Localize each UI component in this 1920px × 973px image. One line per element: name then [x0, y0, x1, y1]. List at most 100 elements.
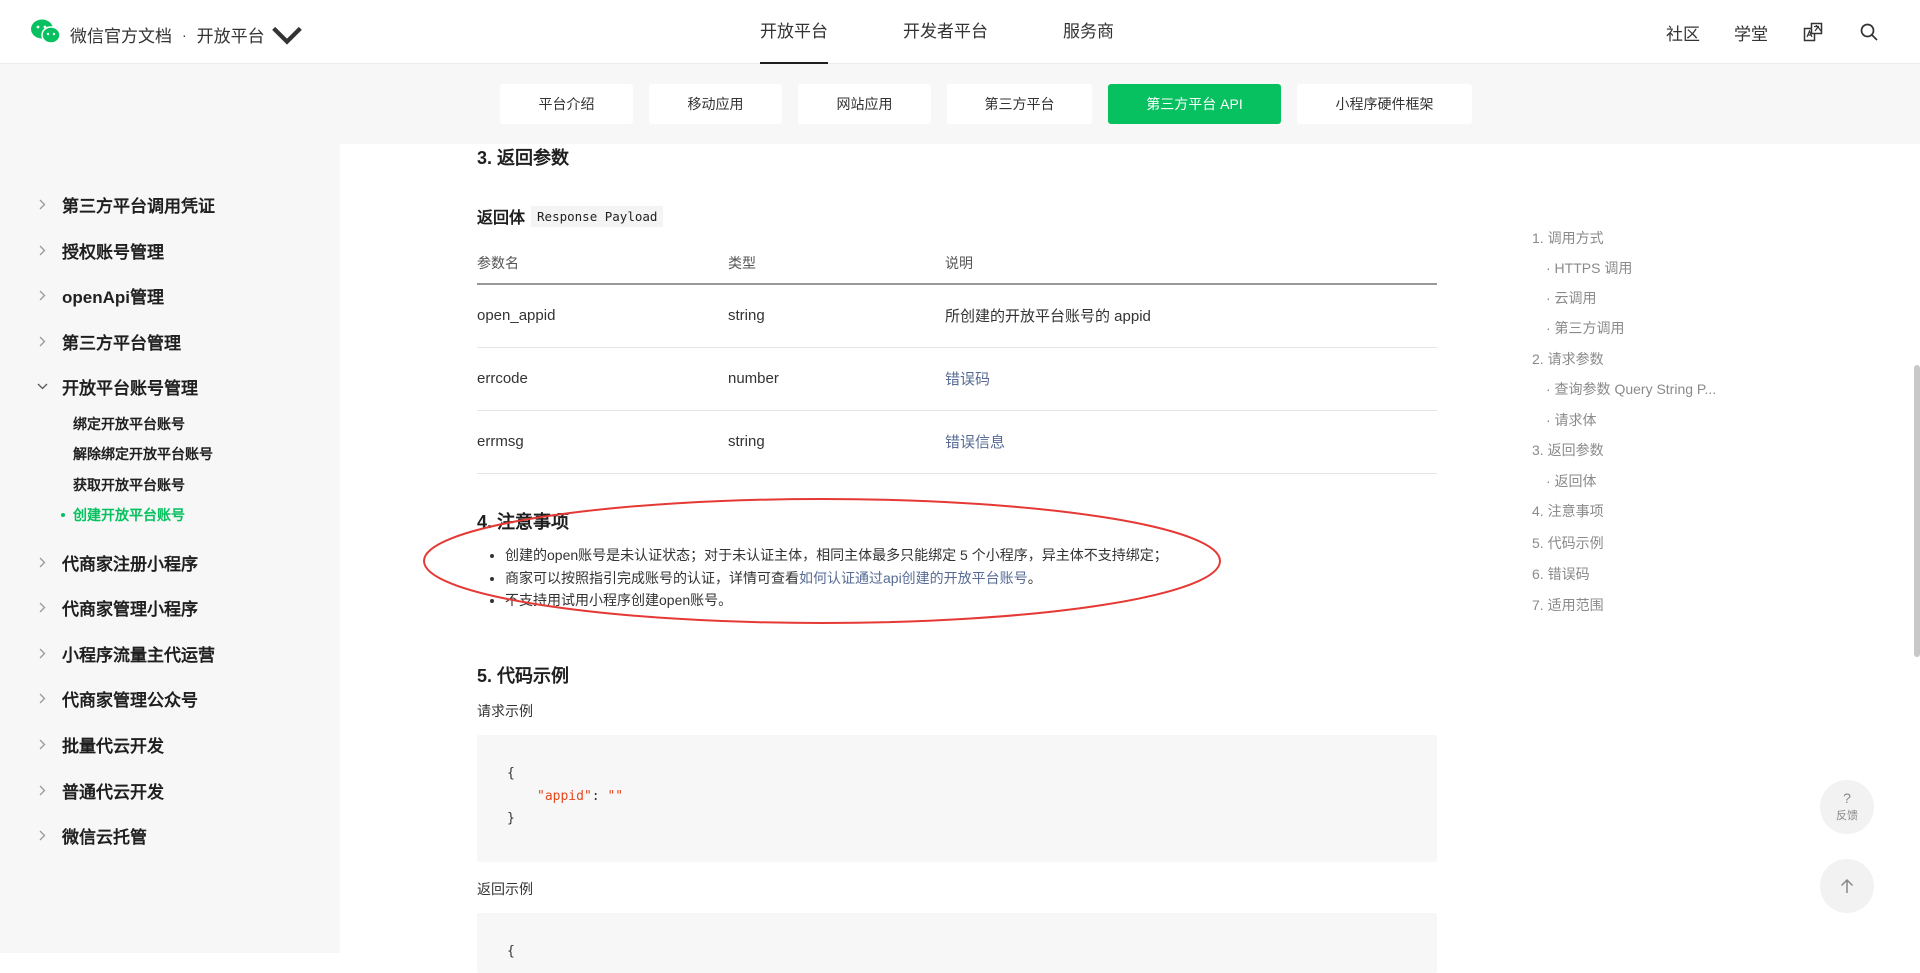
toc-item[interactable]: · 查询参数 Query String P...	[1546, 379, 1716, 399]
academy-link[interactable]: 学堂	[1734, 20, 1768, 45]
response-example-label: 返回示例	[477, 881, 533, 897]
top-navigation-bar: 微信官方文档 · 开放平台 开放平台 开发者平台 服务商 社区 学堂	[0, 0, 1920, 64]
section-title-return-params: 3. 返回参数	[477, 148, 570, 168]
primary-nav: 开放平台 开发者平台 服务商	[760, 0, 1189, 64]
code-colon: :	[591, 788, 608, 804]
toc-item[interactable]: · HTTPS 调用	[1546, 258, 1632, 278]
nav-developer-platform[interactable]: 开发者平台	[903, 0, 988, 64]
toc-item[interactable]: · 返回体	[1546, 471, 1597, 491]
tab-third-party-platform-api[interactable]: 第三方平台 API	[1108, 84, 1281, 124]
chevron-down-icon	[36, 381, 48, 393]
sidebar-item-manage-mp[interactable]: 代商家管理小程序	[36, 595, 198, 620]
section-title-code-example: 5. 代码示例	[477, 666, 570, 686]
tab-mini-program-hardware[interactable]: 小程序硬件框架	[1297, 84, 1472, 124]
brand-separator: ·	[182, 26, 187, 43]
table-row: open_appid string 所创建的开放平台账号的 appid	[477, 284, 1437, 348]
return-params-table: 参数名 类型 说明 open_appid string 所创建的开放平台账号的 …	[477, 242, 1437, 474]
feedback-button[interactable]: ? 反馈	[1820, 780, 1874, 834]
tab-third-party-platform[interactable]: 第三方平台	[947, 84, 1092, 124]
code-value: ""	[607, 788, 624, 804]
param-name: errcode	[477, 347, 728, 411]
toc-item[interactable]: 3. 返回参数	[1532, 440, 1604, 460]
tab-platform-intro[interactable]: 平台介绍	[500, 84, 633, 124]
tab-mobile-app[interactable]: 移动应用	[649, 84, 782, 124]
chevron-right-icon	[36, 830, 48, 842]
toc-item[interactable]: 5. 代码示例	[1532, 533, 1604, 553]
certification-guide-link[interactable]: 如何认证通过api创建的开放平台账号	[799, 570, 1028, 586]
table-header-name: 参数名	[477, 242, 728, 285]
errmsg-link[interactable]: 错误信息	[945, 434, 1005, 451]
sidebar-item-third-party-mgmt[interactable]: 第三方平台管理	[36, 329, 181, 354]
chevron-right-icon	[36, 557, 48, 569]
chevron-right-icon	[36, 199, 48, 211]
list-item: 创建的open账号是未认证状态；对于未认证主体，相同主体最多只能绑定 5 个小程…	[505, 544, 1168, 567]
feedback-label: 反馈	[1836, 810, 1858, 822]
sidebar-item-batch-cloud[interactable]: 批量代云开发	[36, 732, 164, 757]
question-icon: ?	[1843, 790, 1851, 806]
code-line: {	[507, 766, 515, 781]
sidebar-subitem-unbind[interactable]: 解除绑定开放平台账号	[73, 444, 213, 464]
nav-service-provider[interactable]: 服务商	[1063, 0, 1114, 64]
sidebar-item-open-account-mgmt[interactable]: 开放平台账号管理	[36, 374, 198, 399]
errcode-link[interactable]: 错误码	[945, 371, 990, 388]
sidebar-item-cloud-hosting[interactable]: 微信云托管	[36, 823, 147, 848]
page-scrollbar[interactable]	[1914, 365, 1920, 657]
response-code-block[interactable]: {	[477, 913, 1437, 973]
param-type: string	[728, 410, 945, 474]
chevron-right-icon	[36, 245, 48, 257]
chevron-right-icon	[36, 693, 48, 705]
chevron-right-icon	[36, 785, 48, 797]
code-line: "appid": ""	[507, 786, 1407, 809]
sidebar-item-label: 代商家管理小程序	[62, 600, 198, 619]
tab-website-app[interactable]: 网站应用	[798, 84, 931, 124]
chevron-right-icon	[36, 290, 48, 302]
sidebar-item-label: 第三方平台管理	[62, 334, 181, 353]
brand-title[interactable]: 微信官方文档	[70, 22, 172, 47]
section-title-notes: 4. 注意事项	[477, 512, 570, 532]
nav-open-platform[interactable]: 开放平台	[760, 0, 828, 64]
code-line: }	[507, 811, 515, 826]
sidebar-item-label: 小程序流量主代运营	[62, 646, 215, 665]
table-header-desc: 说明	[945, 242, 1437, 285]
param-desc: 所创建的开放平台账号的 appid	[945, 284, 1437, 348]
notes-list: 创建的open账号是未认证状态；对于未认证主体，相同主体最多只能绑定 5 个小程…	[505, 544, 1168, 612]
toc-item[interactable]: 2. 请求参数	[1532, 349, 1604, 369]
toc-item[interactable]: 7. 适用范围	[1532, 595, 1604, 615]
chevron-right-icon	[36, 602, 48, 614]
sidebar-subitem-bind[interactable]: 绑定开放平台账号	[73, 414, 185, 434]
chevron-right-icon	[36, 336, 48, 348]
payload-heading: 返回体 Response Payload	[477, 204, 664, 228]
toc-item[interactable]: · 请求体	[1546, 410, 1597, 430]
back-to-top-button[interactable]	[1820, 859, 1874, 913]
sidebar-item-normal-cloud[interactable]: 普通代云开发	[36, 778, 164, 803]
code-line: {	[507, 944, 515, 959]
category-tab-bar: 平台介绍 移动应用 网站应用 第三方平台 第三方平台 API 小程序硬件框架	[0, 64, 1920, 144]
toc-item[interactable]: 6. 错误码	[1532, 564, 1590, 584]
sidebar-item-credentials[interactable]: 第三方平台调用凭证	[36, 192, 215, 217]
chevron-right-icon	[36, 648, 48, 660]
param-desc-cell: 错误信息	[945, 410, 1437, 474]
sidebar-item-auth-accounts[interactable]: 授权账号管理	[36, 238, 164, 263]
toc-item[interactable]: · 云调用	[1546, 288, 1597, 308]
wechat-logo-icon	[30, 18, 62, 51]
platform-dropdown[interactable]: 开放平台	[197, 21, 303, 49]
translate-icon[interactable]	[1802, 21, 1824, 43]
toc-item[interactable]: · 第三方调用	[1546, 318, 1625, 338]
toc-item[interactable]: 1. 调用方式	[1532, 228, 1604, 248]
sidebar-subitem-create[interactable]: 创建开放平台账号	[61, 505, 185, 525]
sidebar-item-openapi[interactable]: openApi管理	[36, 283, 164, 308]
table-row: errmsg string 错误信息	[477, 410, 1437, 474]
sidebar-item-register-mp[interactable]: 代商家注册小程序	[36, 550, 198, 575]
param-type: string	[728, 284, 945, 348]
table-header-type: 类型	[728, 242, 945, 285]
sidebar-item-traffic-ops[interactable]: 小程序流量主代运营	[36, 641, 215, 666]
param-type: number	[728, 347, 945, 411]
search-icon[interactable]	[1858, 21, 1880, 43]
toc-item[interactable]: 4. 注意事项	[1532, 501, 1604, 521]
arrow-up-icon	[1840, 878, 1854, 893]
community-link[interactable]: 社区	[1666, 20, 1700, 45]
request-code-block[interactable]: { "appid": "" }	[477, 735, 1437, 862]
sidebar-subitem-get[interactable]: 获取开放平台账号	[73, 475, 185, 495]
brand-area[interactable]: 微信官方文档 · 开放平台	[30, 18, 303, 51]
sidebar-item-manage-oa[interactable]: 代商家管理公众号	[36, 686, 198, 711]
